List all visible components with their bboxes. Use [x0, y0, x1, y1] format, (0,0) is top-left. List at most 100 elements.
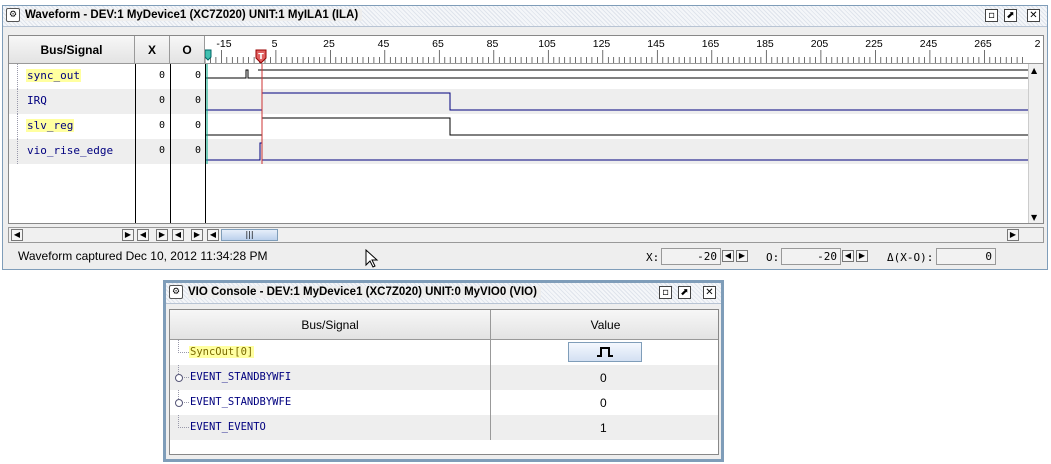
vio-row[interactable]: EVENT_STANDBYWFI 0: [170, 365, 718, 390]
vio-titlebar[interactable]: ⚙ VIO Console - DEV:1 MyDevice1 (XC7Z020…: [166, 283, 721, 304]
sync-pulse-button[interactable]: [568, 342, 642, 362]
ruler-tick-label: 45: [378, 38, 390, 50]
waveform-traces[interactable]: [206, 64, 1029, 164]
time-ruler[interactable]: -15 5 25 45 65 85 105 125 145 165 185 205 225 245 265 2…: [205, 36, 1043, 64]
vio-column-header-value[interactable]: Value: [491, 310, 718, 340]
tree-connector: [178, 415, 189, 428]
ruler-tick-label: 245: [920, 38, 938, 50]
waveform-titlebar[interactable]: ⚙ Waveform - DEV:1 MyDevice1 (XC7Z020) U…: [3, 6, 1047, 27]
trigger-marker-icon: T: [255, 49, 267, 64]
column-header-x[interactable]: X: [135, 36, 170, 64]
scroll-down-icon[interactable]: ▼: [1031, 213, 1037, 222]
expand-handle-icon[interactable]: [175, 374, 183, 382]
ruler-tick-label: 165: [702, 38, 720, 50]
scroll-right-icon[interactable]: ▶: [1007, 229, 1019, 241]
x-decrement-icon[interactable]: ◀: [722, 250, 734, 262]
tree-connector: [178, 340, 189, 353]
scroll-right-icon[interactable]: ▶: [191, 229, 203, 241]
vio-value: 0: [600, 371, 607, 385]
signal-x-value: 0: [159, 120, 166, 131]
signal-trace: [206, 117, 1028, 136]
scroll-up-icon[interactable]: ▲: [1031, 66, 1037, 75]
signal-o-value: 0: [195, 145, 202, 156]
x-increment-icon[interactable]: ▶: [736, 250, 748, 262]
x-cursor-label: X:: [646, 251, 660, 264]
vio-column-header-signal[interactable]: Bus/Signal: [170, 310, 491, 340]
delta-label: Δ(X-O):: [887, 251, 934, 264]
vio-signal-name: SyncOut[0]: [189, 346, 255, 358]
signal-x-value: 0: [159, 95, 166, 106]
scroll-right-icon[interactable]: ▶: [156, 229, 168, 241]
signal-trace: [206, 69, 1028, 79]
ruler-tick-label: 185: [756, 38, 774, 50]
vio-title: VIO Console - DEV:1 MyDevice1 (XC7Z020) …: [188, 286, 541, 298]
vio-table: Bus/Signal Value SyncOut[0] EVENT_STANDBY…: [169, 309, 719, 455]
ruler-tick-label: 5: [272, 38, 278, 50]
horizontal-scroll-row: ◀ ▶ ◀ ▶ ◀ ▶ ◀ ||| ▶: [8, 227, 1044, 243]
scroll-left-icon[interactable]: ◀: [172, 229, 184, 241]
ruler-tick-label: 85: [487, 38, 499, 50]
ruler-tick-label: -15: [216, 38, 231, 50]
ruler-tick-label: 205: [811, 38, 829, 50]
vio-value: 1: [600, 421, 607, 435]
signal-x-value: 0: [159, 70, 166, 81]
ruler-tick-label: 145: [647, 38, 665, 50]
trigger-marker-label: T: [258, 52, 264, 61]
tree-connector: [17, 139, 26, 164]
restore-icon[interactable]: ▫: [659, 286, 672, 299]
vio-signal-name: EVENT_STANDBYWFE: [190, 396, 292, 408]
signal-name: vio_rise_edge: [27, 144, 114, 157]
waveform-table: Bus/Signal X O -15 5 25 45 65 85 105 125 145 165 1…: [8, 35, 1044, 224]
ruler-tick-label: 2: [1035, 38, 1041, 50]
signal-o-value: 0: [195, 95, 202, 106]
o-increment-icon[interactable]: ▶: [856, 250, 868, 262]
o-cursor-field[interactable]: -20: [781, 248, 841, 265]
tree-connector: [17, 89, 26, 114]
x-cursor-field[interactable]: -20: [661, 248, 721, 265]
pulse-icon: [597, 347, 613, 357]
signal-trace: [206, 142, 1028, 161]
vio-row[interactable]: EVENT_EVENTO 1: [170, 415, 718, 440]
maximize-icon[interactable]: ⬈: [1004, 9, 1017, 22]
waveform-window: ⚙ Waveform - DEV:1 MyDevice1 (XC7Z020) U…: [2, 5, 1048, 270]
mouse-pointer-icon: [365, 249, 379, 268]
ruler-tick-label: 225: [865, 38, 883, 50]
tree-connector: [17, 64, 26, 89]
maximize-icon[interactable]: ⬈: [678, 286, 691, 299]
delta-field: 0: [936, 248, 996, 265]
o-decrement-icon[interactable]: ◀: [842, 250, 854, 262]
expand-handle-icon[interactable]: [175, 399, 183, 407]
vertical-scrollbar[interactable]: ▲ ▼: [1028, 64, 1043, 223]
scroll-left-icon[interactable]: ◀: [207, 229, 219, 241]
vio-row[interactable]: SyncOut[0]: [170, 340, 718, 365]
scroll-right-icon[interactable]: ▶: [122, 229, 134, 241]
tree-connector: [17, 114, 26, 139]
vio-signal-name: EVENT_EVENTO: [190, 421, 266, 433]
status-text: Waveform captured Dec 10, 2012 11:34:28 …: [18, 249, 268, 263]
restore-icon[interactable]: ▫: [985, 9, 998, 22]
column-header-o[interactable]: O: [170, 36, 205, 64]
close-icon[interactable]: ✕: [1027, 9, 1040, 22]
scroll-left-icon[interactable]: ◀: [11, 229, 23, 241]
vio-value: 0: [600, 396, 607, 410]
ruler-tick-label: 25: [323, 38, 335, 50]
waveform-title: Waveform - DEV:1 MyDevice1 (XC7Z020) UNI…: [25, 9, 363, 21]
column-divider: [205, 64, 206, 223]
column-header-signal[interactable]: Bus/Signal: [9, 36, 135, 64]
ruler-tick-label: 105: [538, 38, 556, 50]
time-ruler-svg: -15 5 25 45 65 85 105 125 145 165 185 205 225 245 265 2…: [205, 38, 1041, 64]
ruler-tick-label: 125: [593, 38, 611, 50]
close-icon[interactable]: ✕: [703, 286, 716, 299]
column-divider: [490, 340, 491, 440]
ruler-tick-label: 65: [432, 38, 444, 50]
signal-o-value: 0: [195, 70, 202, 81]
signal-x-value: 0: [159, 145, 166, 156]
signal-o-value: 0: [195, 120, 202, 131]
signal-name: slv_reg: [26, 119, 75, 132]
vio-console-window: ⚙ VIO Console - DEV:1 MyDevice1 (XC7Z020…: [163, 280, 724, 462]
signal-name: IRQ: [27, 94, 47, 107]
scroll-left-icon[interactable]: ◀: [137, 229, 149, 241]
column-divider: [135, 64, 136, 223]
scroll-thumb[interactable]: |||: [221, 229, 278, 241]
vio-row[interactable]: EVENT_STANDBYWFE 0: [170, 390, 718, 415]
